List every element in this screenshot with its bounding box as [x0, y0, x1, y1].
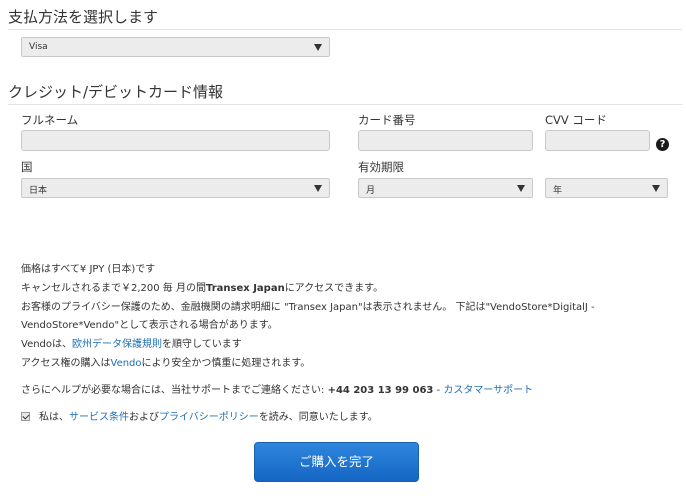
- terms-link[interactable]: サービス条件: [69, 412, 129, 423]
- customer-support-link[interactable]: カスタマーサポート: [443, 385, 533, 396]
- gdpr-note-pre: Vendoは、: [21, 339, 73, 350]
- agreement-pre: 私は、: [39, 412, 69, 423]
- divider: [8, 104, 682, 105]
- secure-note-post: により安全かつ慎重に処理されます。: [141, 358, 311, 369]
- site-name: Transex Japan: [206, 283, 285, 294]
- support-phone: +44 203 13 99 063: [327, 385, 434, 396]
- expiry-label: 有効期限: [358, 160, 404, 174]
- expiry-year-value: 年: [553, 186, 563, 196]
- cvv-field[interactable]: [545, 130, 650, 151]
- subscription-note: キャンセルされるまで￥2,200 毎 月の間Transex Japanにアクセス…: [21, 279, 383, 294]
- chevron-down-icon: [314, 44, 322, 51]
- help-icon[interactable]: ?: [656, 138, 669, 151]
- full-name-label: フルネーム: [21, 113, 79, 127]
- cvv-label: CVV コード: [545, 113, 607, 127]
- card-number-label: カード番号: [358, 113, 416, 127]
- expiry-month-value: 月: [366, 186, 376, 196]
- support-sep: -: [433, 385, 444, 396]
- billing-descriptor-note-cont: VendoStore*Vendo"として表示される場合があります。: [21, 320, 278, 331]
- card-info-title: クレジット/デビットカード情報: [8, 83, 224, 101]
- price-currency-note: 価格はすべて¥ JPY (日本)です: [21, 264, 156, 275]
- subscription-note-post: にアクセスできます。: [284, 283, 384, 294]
- agreement-checkbox[interactable]: [21, 412, 30, 421]
- chevron-down-icon: [517, 185, 525, 192]
- complete-purchase-button[interactable]: ご購入を完了: [254, 442, 419, 482]
- support-note-pre: さらにヘルプが必要な場合には、当社サポートまでご連絡ください:: [21, 385, 328, 396]
- divider: [8, 29, 682, 30]
- subscription-note-pre: キャンセルされるまで￥2,200 毎 月の間: [21, 283, 206, 294]
- billing-descriptor-note: お客様のプライバシー保護のため、金融機関の請求明細に "Transex Japa…: [21, 302, 595, 313]
- country-label: 国: [21, 160, 33, 174]
- payment-method-title: 支払方法を選択します: [8, 8, 159, 26]
- privacy-policy-link[interactable]: プライバシーポリシー: [159, 412, 259, 423]
- expiry-month-select[interactable]: 月: [358, 178, 533, 198]
- agreement-post: を読み、同意いたします。: [258, 412, 378, 423]
- country-value: 日本: [29, 186, 48, 196]
- secure-note-pre: アクセス権の購入は: [21, 358, 111, 369]
- agreement-mid: および: [129, 412, 159, 423]
- gdpr-link[interactable]: 欧州データ保護規則: [72, 339, 162, 350]
- agreement-row: 私は、サービス条件およびプライバシーポリシーを読み、同意いたします。: [21, 408, 378, 423]
- full-name-field[interactable]: [21, 130, 330, 151]
- payment-method-value: Visa: [29, 42, 48, 52]
- secure-processing-note: アクセス権の購入はVendoにより安全かつ慎重に処理されます。: [21, 354, 310, 369]
- country-select[interactable]: 日本: [21, 178, 330, 198]
- card-number-field[interactable]: [358, 130, 533, 151]
- payment-method-select[interactable]: Visa: [21, 37, 330, 57]
- support-note: さらにヘルプが必要な場合には、当社サポートまでご連絡ください: +44 203 …: [21, 381, 533, 396]
- chevron-down-icon: [652, 185, 660, 192]
- gdpr-note-post: を順守しています: [162, 339, 242, 350]
- gdpr-note: Vendoは、欧州データ保護規則を順守しています: [21, 335, 242, 350]
- vendo-link[interactable]: Vendo: [111, 358, 142, 369]
- chevron-down-icon: [314, 185, 322, 192]
- expiry-year-select[interactable]: 年: [545, 178, 668, 198]
